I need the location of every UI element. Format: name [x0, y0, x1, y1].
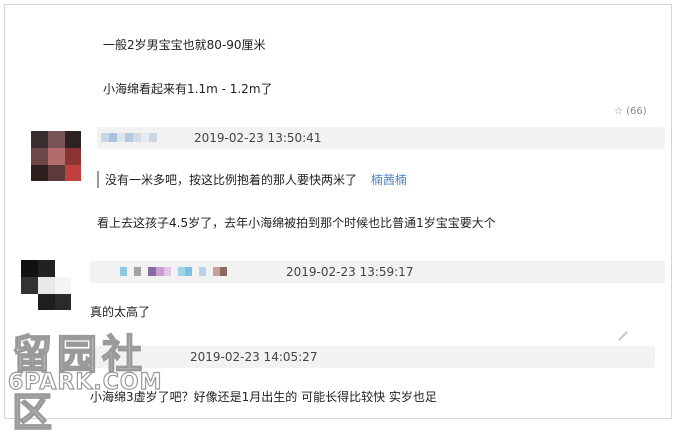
like-count[interactable]: ☆ (66): [614, 106, 647, 117]
comment-timestamp: 2019-02-23 14:05:27: [190, 350, 318, 364]
comment-text: 一般2岁男宝宝也就80-90厘米: [103, 38, 266, 52]
comment-text: 小海绵看起来有1.1m - 1.2m了: [103, 82, 273, 96]
avatar[interactable]: [21, 260, 71, 310]
username-pixelated[interactable]: [101, 133, 157, 142]
username-pixelated[interactable]: [120, 267, 227, 276]
reply-quote: 没有一米多吧，按这比例抱着的那人要快两米了 楠茜楠: [97, 171, 407, 188]
comment-meta-bar: 2019-02-23 13:50:41: [97, 127, 665, 149]
quote-text: 没有一米多吧，按这比例抱着的那人要快两米了: [105, 173, 358, 187]
comment-timestamp: 2019-02-23 13:59:17: [286, 265, 414, 279]
comment-timestamp: 2019-02-23 13:50:41: [194, 131, 322, 145]
watermark-en: 6PARK.COM: [7, 369, 163, 395]
avatar[interactable]: [31, 131, 81, 181]
comment-text: 看上去这孩子4.5岁了，去年小海绵被拍到那个时候也比普通1岁宝宝要大个: [97, 216, 496, 230]
quote-username[interactable]: 楠茜楠: [371, 173, 407, 187]
site-watermark: 留园社区 6PARK.COM: [4, 322, 186, 437]
comment-text: 真的太高了: [90, 305, 151, 319]
comment-meta-bar: 2019-02-23 13:59:17: [90, 261, 665, 283]
